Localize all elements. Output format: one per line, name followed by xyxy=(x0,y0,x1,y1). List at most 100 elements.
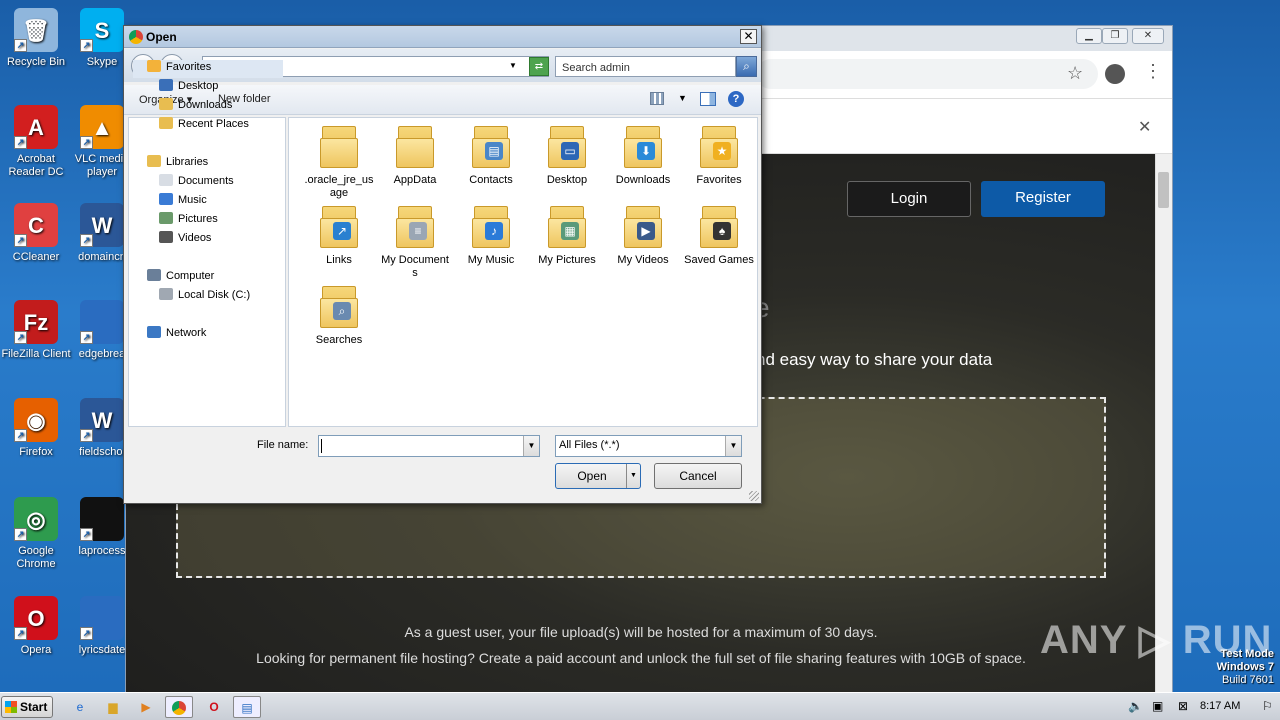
menu-icon[interactable]: ⋮ xyxy=(1144,61,1162,82)
address-dropdown-icon[interactable]: ▼ xyxy=(509,61,517,70)
folder-item[interactable]: ⬇ Downloads xyxy=(607,124,679,187)
folder-item[interactable]: .oracle_jre_usage xyxy=(303,124,375,200)
desktop-icon2-5-icon: ↗ xyxy=(80,497,124,541)
volume-icon[interactable]: 🔈 xyxy=(1128,699,1143,713)
folder-icon xyxy=(396,124,434,168)
test-mode-watermark: Test Mode Windows 7 Build 7601 xyxy=(1217,648,1274,687)
scrollbar-thumb[interactable] xyxy=(1158,172,1169,208)
desktop-icon2-2-icon: W ↗ xyxy=(80,203,124,247)
nav-item-favorites[interactable]: Favorites xyxy=(133,60,283,78)
media-player-taskbar-icon[interactable]: ▶ xyxy=(132,696,160,718)
action-center-icon[interactable]: ⊠ xyxy=(1178,699,1188,713)
preview-pane-icon[interactable] xyxy=(700,92,716,106)
folder-item[interactable]: ▶ My Videos xyxy=(607,204,679,267)
nav-item-libraries[interactable]: Libraries xyxy=(147,155,208,173)
desktop-icon-1-icon: A ↗ xyxy=(14,105,58,149)
folder-icon: ♠ xyxy=(700,204,738,248)
desktop-icon-3-label: FileZilla Client xyxy=(1,348,71,360)
folder-icon: ≡ xyxy=(396,204,434,248)
nav-item-recent-places[interactable]: Recent Places xyxy=(159,117,249,135)
nav-item-icon xyxy=(159,288,173,300)
nav-item-desktop[interactable]: Desktop xyxy=(159,79,218,97)
folder-item[interactable]: ↗ Links xyxy=(303,204,375,267)
help-icon[interactable]: ? xyxy=(728,91,744,107)
folder-label: .oracle_jre_usage xyxy=(304,174,374,199)
nav-item-icon xyxy=(147,269,161,281)
refresh-button[interactable]: ⇄ xyxy=(529,57,549,76)
chrome-taskbar-icon[interactable] xyxy=(165,696,193,718)
nav-item-downloads[interactable]: Downloads xyxy=(159,98,232,116)
nav-item-icon xyxy=(159,117,173,129)
desktop-icon-3-icon: Fz ↗ xyxy=(14,300,58,344)
folder-item[interactable]: ⌕ Searches xyxy=(303,284,375,347)
chrome-taskbar-glyph xyxy=(172,701,186,715)
desktop-icon-6[interactable]: O ↗ Opera xyxy=(0,596,72,657)
folder-item[interactable]: ★ Favorites xyxy=(683,124,755,187)
nav-item-local-disk-c-[interactable]: Local Disk (C:) xyxy=(159,288,250,306)
register-button[interactable]: Register xyxy=(981,181,1105,217)
folder-label: Favorites xyxy=(696,174,742,186)
filename-dropdown-icon[interactable]: ▼ xyxy=(523,436,539,456)
filename-input[interactable]: ▼ xyxy=(318,435,540,457)
folder-item[interactable]: ▭ Desktop xyxy=(531,124,603,187)
login-button[interactable]: Login xyxy=(847,181,971,217)
cancel-button[interactable]: Cancel xyxy=(654,463,742,489)
desktop-icon2-1-icon: ▲ ↗ xyxy=(80,105,124,149)
maximize-button[interactable]: ❐ xyxy=(1102,28,1128,44)
filetype-value: All Files (*.*) xyxy=(559,439,620,451)
nav-item-label: Computer xyxy=(166,270,215,282)
folder-label: Searches xyxy=(315,334,363,346)
desktop-icon-0[interactable]: 🗑 ↗ Recycle Bin xyxy=(0,8,72,69)
filetype-dropdown-icon[interactable]: ▼ xyxy=(725,436,741,456)
search-input[interactable]: Search admin xyxy=(555,56,736,77)
desktop-icon-3[interactable]: Fz ↗ FileZilla Client xyxy=(0,300,72,361)
flag-icon[interactable]: ⚐ xyxy=(1262,699,1273,713)
desktop-icon-4[interactable]: ◉ ↗ Firefox xyxy=(0,398,72,459)
open-split-icon[interactable]: ▼ xyxy=(626,464,640,488)
nav-item-videos[interactable]: Videos xyxy=(159,231,211,249)
start-button[interactable]: Start xyxy=(1,696,53,718)
filetype-select[interactable]: All Files (*.*) ▼ xyxy=(555,435,742,457)
nav-item-icon xyxy=(147,326,161,338)
desktop-icon-1[interactable]: A ↗ Acrobat Reader DC xyxy=(0,105,72,179)
desktop-icon-5[interactable]: ◎ ↗ Google Chrome xyxy=(0,497,72,571)
folder-label: Desktop xyxy=(546,174,588,186)
network-icon[interactable]: ▣ xyxy=(1152,699,1163,713)
folder-item[interactable]: ▤ Contacts xyxy=(455,124,527,187)
close-notice-icon[interactable]: ✕ xyxy=(1138,117,1151,137)
folder-item[interactable]: ♪ My Music xyxy=(455,204,527,267)
nav-item-documents[interactable]: Documents xyxy=(159,174,234,192)
search-icon[interactable]: ⌕ xyxy=(736,56,757,77)
shortcut-arrow-icon: ↗ xyxy=(80,528,93,541)
close-window-button[interactable]: ✕ xyxy=(1132,28,1164,44)
bookmark-star-icon[interactable]: ☆ xyxy=(1067,63,1083,84)
ie-taskbar-icon[interactable]: e xyxy=(66,696,94,718)
nav-item-network[interactable]: Network xyxy=(147,326,206,344)
minimize-button[interactable]: ▁ xyxy=(1076,28,1102,44)
nav-item-pictures[interactable]: Pictures xyxy=(159,212,218,230)
opera-taskbar-icon[interactable]: O xyxy=(200,696,228,718)
profile-icon[interactable] xyxy=(1105,64,1125,84)
nav-item-icon xyxy=(159,79,173,91)
clock[interactable]: 8:17 AM xyxy=(1200,700,1240,712)
open-button[interactable]: Open ▼ xyxy=(555,463,641,489)
nav-item-icon xyxy=(159,231,173,243)
folder-item[interactable]: ▦ My Pictures xyxy=(531,204,603,267)
folder-item[interactable]: ♠ Saved Games xyxy=(683,204,755,267)
desktop-icon-2[interactable]: C ↗ CCleaner xyxy=(0,203,72,264)
folder-item[interactable]: ≡ My Documents xyxy=(379,204,451,280)
dialog-taskbar-icon[interactable]: ▤ xyxy=(233,696,261,718)
nav-item-label: Documents xyxy=(178,175,234,187)
nav-item-music[interactable]: Music xyxy=(159,193,207,211)
explorer-taskbar-icon[interactable]: ▆ xyxy=(99,696,127,718)
desktop-icon-6-icon: O ↗ xyxy=(14,596,58,640)
address-bar[interactable] xyxy=(756,59,1098,89)
nav-item-icon xyxy=(159,193,173,205)
view-dropdown-icon[interactable]: ▼ xyxy=(678,93,687,103)
scrollbar[interactable] xyxy=(1155,154,1172,692)
resize-grip-icon[interactable] xyxy=(749,491,759,501)
nav-item-computer[interactable]: Computer xyxy=(147,269,214,287)
folder-item[interactable]: AppData xyxy=(379,124,451,187)
view-options-icon[interactable] xyxy=(650,92,664,105)
dialog-close-button[interactable]: ✕ xyxy=(740,29,757,44)
